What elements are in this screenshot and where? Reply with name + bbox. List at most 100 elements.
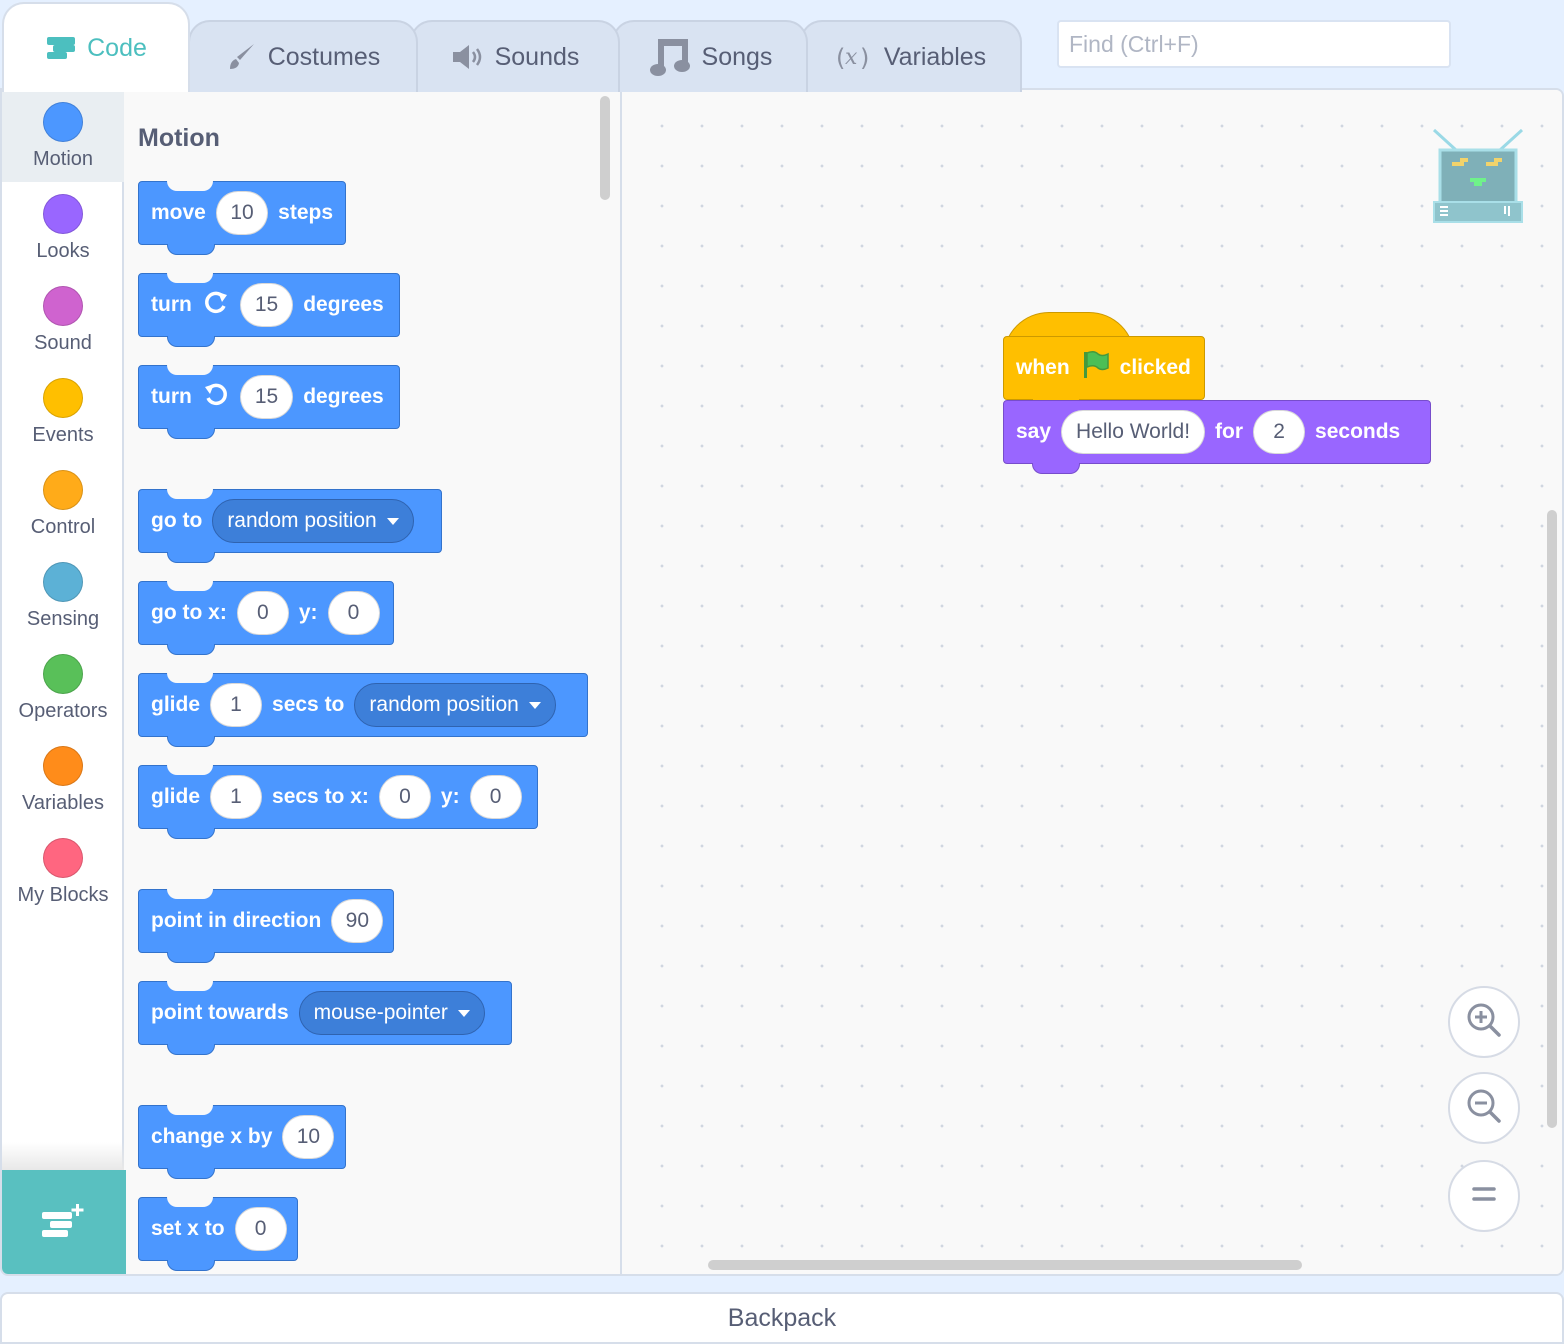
dropdown-value: random position <box>227 509 377 532</box>
block-input[interactable]: 0 <box>469 775 522 819</box>
category-dot-icon <box>43 838 83 878</box>
block-set-x[interactable]: set x to 0 <box>138 1197 298 1271</box>
category-dot-icon <box>43 378 83 418</box>
category-menu: Motion Looks Sound Events Control Sensin… <box>2 90 124 1274</box>
category-events[interactable]: Events <box>2 366 124 458</box>
block-point-in-direction[interactable]: point in direction 90 <box>138 889 394 963</box>
zoom-in-button[interactable] <box>1448 986 1520 1058</box>
category-control[interactable]: Control <box>2 458 124 550</box>
tab-songs[interactable]: Songs <box>612 20 808 92</box>
svg-text:x: x <box>845 45 858 70</box>
block-text: for <box>1215 420 1244 443</box>
block-go-to-xy[interactable]: go to x: 0 y: 0 <box>138 581 394 655</box>
zoom-out-button[interactable] <box>1448 1072 1520 1144</box>
block-text: steps <box>278 201 333 224</box>
block-move-steps[interactable]: move 10 steps <box>138 181 346 255</box>
block-input[interactable]: 10 <box>282 1115 335 1159</box>
block-input[interactable]: 2 <box>1253 410 1306 454</box>
workspace-horizontal-scrollbar[interactable] <box>708 1260 1302 1270</box>
tab-variables-label: Variables <box>883 42 987 71</box>
tab-variables[interactable]: (x) Variables <box>800 20 1022 92</box>
block-turn-right[interactable]: turn 15 degrees <box>138 273 400 347</box>
tab-sounds-label: Sounds <box>494 42 580 71</box>
zoom-in-icon <box>1464 1000 1504 1045</box>
category-variables[interactable]: Variables <box>2 734 124 826</box>
category-sensing[interactable]: Sensing <box>2 550 124 642</box>
block-input[interactable]: 0 <box>234 1207 287 1251</box>
zoom-reset-button[interactable] <box>1448 1160 1520 1232</box>
tab-costumes-label: Costumes <box>267 42 381 71</box>
category-dot-icon <box>43 746 83 786</box>
category-my-blocks[interactable]: My Blocks <box>2 826 124 918</box>
block-go-to[interactable]: go to random position <box>138 489 442 563</box>
music-note-icon <box>648 35 692 79</box>
block-input[interactable]: 1 <box>210 683 263 727</box>
category-label: Variables <box>22 792 104 814</box>
block-say-for-seconds[interactable]: say Hello World! for 2 seconds <box>1003 400 1431 474</box>
block-input[interactable]: 10 <box>215 191 269 235</box>
search-input[interactable] <box>1057 20 1451 68</box>
block-dropdown[interactable]: mouse-pointer <box>298 991 485 1035</box>
sprite-robot-icon <box>1430 126 1526 226</box>
block-text: secs to x: <box>272 785 369 808</box>
block-text: glide <box>151 785 201 808</box>
block-text: clicked <box>1119 356 1191 379</box>
block-point-towards[interactable]: point towards mouse-pointer <box>138 981 512 1055</box>
block-text: say <box>1016 420 1052 443</box>
category-label: Sound <box>34 332 92 354</box>
tab-code[interactable]: Code <box>2 2 190 92</box>
block-when-flag-clicked[interactable]: when clicked <box>1003 336 1205 410</box>
block-input[interactable]: 1 <box>210 775 263 819</box>
block-input[interactable]: 15 <box>239 283 294 327</box>
chevron-down-icon <box>528 701 541 709</box>
add-extension-button[interactable] <box>2 1170 126 1274</box>
category-label: Sensing <box>26 608 100 630</box>
tab-code-label: Code <box>87 33 147 62</box>
category-looks[interactable]: Looks <box>2 182 124 274</box>
category-label: Looks <box>36 240 90 262</box>
category-label: Events <box>32 424 94 446</box>
backpack-bar[interactable]: Backpack <box>0 1292 1564 1344</box>
block-input[interactable]: 0 <box>236 591 289 635</box>
block-input[interactable]: 90 <box>331 899 384 943</box>
palette-scrollbar[interactable] <box>600 96 610 200</box>
block-text: degrees <box>303 385 384 408</box>
block-change-x[interactable]: change x by 10 <box>138 1105 346 1179</box>
block-input[interactable]: 0 <box>378 775 431 819</box>
block-text: point towards <box>151 1001 289 1024</box>
tab-sounds[interactable]: Sounds <box>410 20 620 92</box>
tab-songs-label: Songs <box>701 42 773 71</box>
category-label: Operators <box>18 700 108 722</box>
block-input[interactable]: 15 <box>239 375 294 419</box>
block-text: change x by <box>151 1125 273 1148</box>
block-text: glide <box>151 693 201 716</box>
category-dot-icon <box>43 470 83 510</box>
block-text: turn <box>151 385 192 408</box>
block-dropdown[interactable]: random position <box>212 499 414 543</box>
block-input[interactable]: Hello World! <box>1061 410 1206 454</box>
block-dropdown[interactable]: random position <box>354 683 556 727</box>
block-text: go to <box>151 509 203 532</box>
category-motion[interactable]: Motion <box>2 90 124 182</box>
block-text: move <box>151 201 206 224</box>
green-flag-icon <box>1080 350 1110 386</box>
block-glide-to[interactable]: glide 1 secs to random position <box>138 673 588 747</box>
block-text: point in direction <box>151 909 322 932</box>
dropdown-value: random position <box>369 693 519 716</box>
category-label: Motion <box>32 148 94 170</box>
equals-icon <box>1464 1174 1504 1219</box>
category-dot-icon <box>43 286 83 326</box>
category-operators[interactable]: Operators <box>2 642 124 734</box>
category-dot-icon <box>43 654 83 694</box>
block-turn-left[interactable]: turn 15 degrees <box>138 365 400 439</box>
block-glide-xy[interactable]: glide 1 secs to x: 0 y: 0 <box>138 765 538 839</box>
category-sound[interactable]: Sound <box>2 274 124 366</box>
add-extension-icon <box>40 1202 88 1247</box>
zoom-out-icon <box>1464 1086 1504 1131</box>
block-input[interactable]: 0 <box>327 591 380 635</box>
chevron-down-icon <box>386 517 399 525</box>
block-text: y: <box>298 601 318 624</box>
tab-costumes[interactable]: Costumes <box>188 20 418 92</box>
script-workspace[interactable] <box>624 90 1562 1274</box>
workspace-vertical-scrollbar[interactable] <box>1547 510 1557 1128</box>
